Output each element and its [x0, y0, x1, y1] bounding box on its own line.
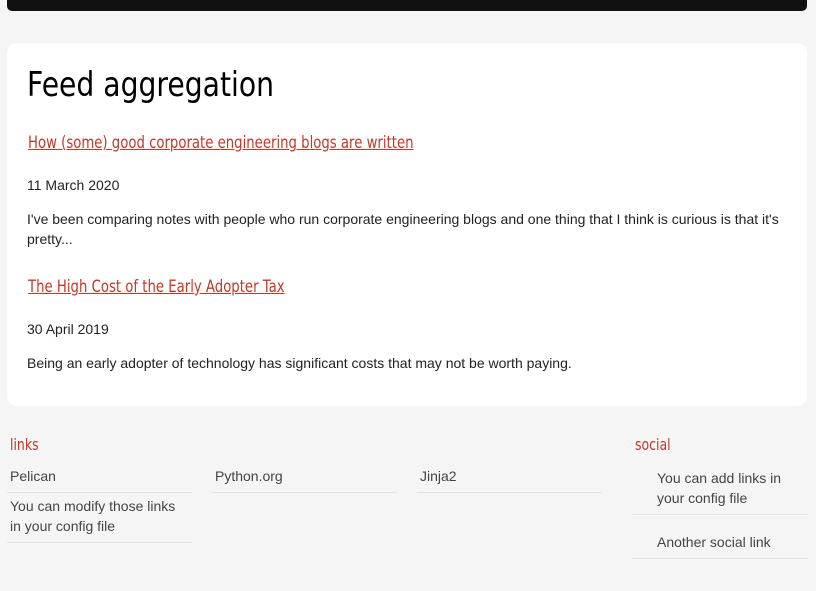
top-nav-bar	[7, 0, 807, 11]
social-heading: social	[635, 435, 671, 454]
link-python-org[interactable]: Python.org	[212, 462, 397, 493]
link-pelican[interactable]: Pelican	[7, 462, 192, 493]
page-title: Feed aggregation	[27, 65, 275, 105]
link-config-note[interactable]: You can modify those links in your confi…	[7, 492, 192, 543]
post-summary: Being an early adopter of technology has…	[27, 355, 572, 371]
links-heading: links	[10, 435, 39, 454]
post-date: 30 April 2019	[27, 321, 109, 337]
post-date: 11 March 2020	[27, 177, 120, 193]
social-link-config[interactable]: You can add links in your config file	[632, 464, 808, 515]
social-link-another[interactable]: Another social link	[632, 528, 808, 559]
link-jinja2[interactable]: Jinja2	[417, 462, 602, 493]
post-title-link[interactable]: The High Cost of the Early Adopter Tax	[28, 275, 285, 299]
post-summary: I've been comparing notes with people wh…	[27, 211, 779, 247]
main-content: Feed aggregation How (some) good corpora…	[7, 43, 807, 406]
post-title-link[interactable]: How (some) good corporate engineering bl…	[28, 131, 414, 155]
